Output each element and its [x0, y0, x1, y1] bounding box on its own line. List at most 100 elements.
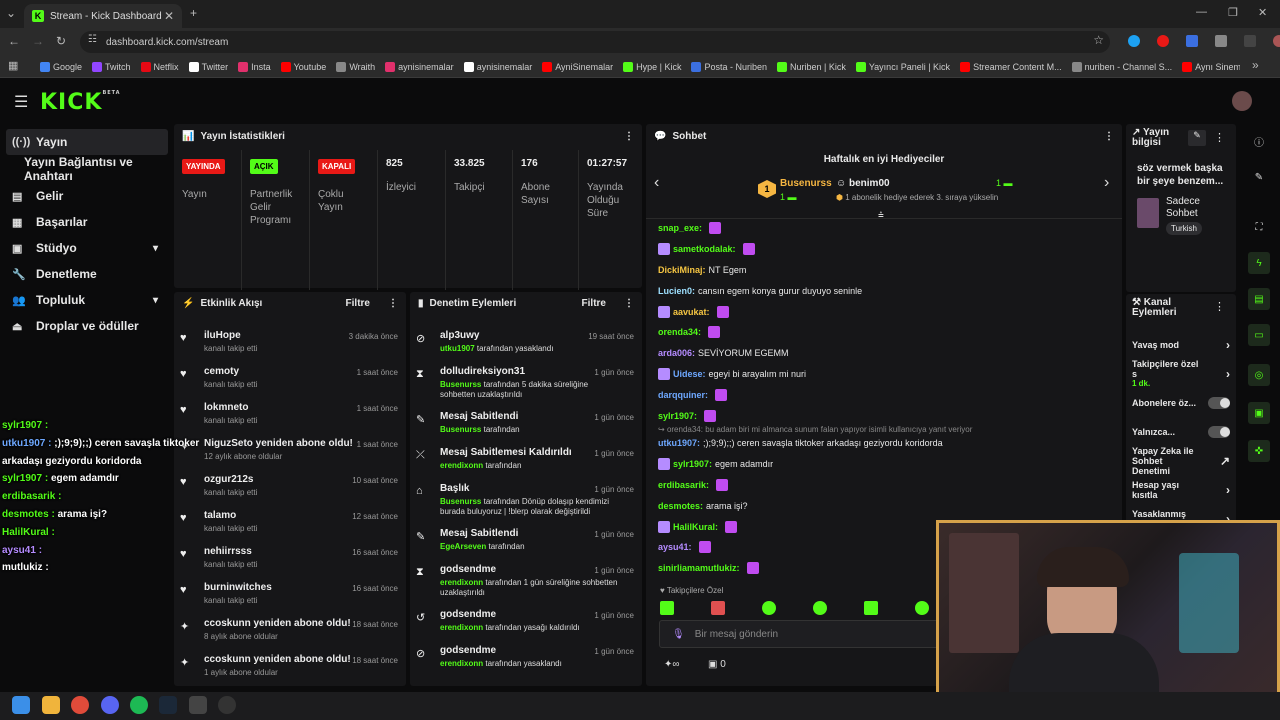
windows-start-icon[interactable]	[12, 696, 30, 714]
url-bar[interactable]: ☷ dashboard.kick.com/stream ☆	[80, 31, 1110, 53]
chat-username[interactable]: sylr1907:	[658, 410, 697, 422]
chat-input[interactable]: 🎙 Bir mesaj gönderin	[659, 620, 949, 648]
chat-message[interactable]: Lucien0: cansın egem konya gurur duyuyo s…	[646, 280, 1122, 301]
kebab-menu-icon[interactable]: ⋮	[624, 298, 634, 309]
external-link-icon[interactable]: ↗	[1220, 454, 1230, 468]
bookmark-item[interactable]: Insta	[238, 62, 271, 72]
moderator-name[interactable]: Busenurss	[440, 425, 481, 434]
bookmark-item[interactable]: Google	[40, 62, 82, 72]
chat-username[interactable]: Lucien0:	[658, 285, 695, 297]
chat-username[interactable]: snap_exe:	[658, 222, 702, 234]
app-icon[interactable]	[189, 696, 207, 714]
kebab-menu-icon[interactable]: ⋮	[388, 298, 398, 309]
moderation-item[interactable]: ⧗ godsendme erendixonn tarafından 1 gün sü…	[410, 560, 642, 605]
sidebar-item-stream-key[interactable]: Yayın Bağlantısı ve Anahtarı	[0, 155, 172, 183]
chat-username[interactable]: utku1907:	[658, 437, 700, 449]
moderator-name[interactable]: Busenurss	[440, 497, 481, 506]
wrench-icon[interactable]: ✜	[1248, 440, 1270, 462]
activity-item[interactable]: ♥ cemoty kanalı takip etti 1 saat önce	[174, 362, 406, 398]
chat-username[interactable]: desmotes:	[658, 500, 703, 512]
sidebar-item-topluluk[interactable]: 👥 Topluluk ▾	[0, 287, 172, 313]
bookmark-item[interactable]: Netflix	[140, 62, 179, 72]
user-avatar[interactable]	[1232, 91, 1252, 111]
close-window-icon[interactable]: ✕	[1258, 6, 1267, 19]
bookmark-item[interactable]: Wraith	[336, 62, 375, 72]
chat-message[interactable]: arda006: SEVİYORUM EGEMM	[646, 343, 1122, 364]
bookmark-item[interactable]: nuriben - Channel S...	[1071, 62, 1172, 72]
more-bookmarks-icon[interactable]: »	[1252, 58, 1259, 72]
site-info-icon[interactable]: ☷	[88, 34, 97, 45]
toggle-switch[interactable]	[1208, 396, 1230, 409]
chat-message[interactable]: sylr1907: egem adamdır	[646, 454, 1122, 475]
sidebar-item-studyo[interactable]: ▣ Stüdyo ▾	[0, 235, 172, 261]
moderator-name[interactable]: Busenurss	[440, 380, 481, 389]
chat-username[interactable]: sylr1907:	[673, 458, 712, 470]
category-name[interactable]: Sadece Sohbet	[1166, 196, 1234, 220]
minimize-icon[interactable]: —	[1196, 6, 1207, 18]
tab-search-icon[interactable]: ⌄	[6, 6, 16, 20]
reload-icon[interactable]: ↻	[56, 34, 66, 48]
broadcast-icon[interactable]: ◎	[1248, 364, 1270, 386]
moderator-name[interactable]: EgeArseven	[440, 542, 486, 551]
gifter-2[interactable]: ☺ benim00	[836, 178, 890, 189]
moderation-item[interactable]: ✎ Mesaj Sabitlendi Busenurss tarafından 1 g…	[410, 407, 642, 443]
close-tab-icon[interactable]: ✕	[164, 9, 174, 23]
info-icon[interactable]: ⓘ	[1248, 130, 1270, 152]
emote-icon[interactable]	[813, 601, 827, 615]
bookmark-item[interactable]: aynisinemalar	[463, 62, 532, 72]
steam-icon[interactable]	[159, 696, 177, 714]
activity-item[interactable]: ✦ ccoskunn yeniden abone oldu! 8 aylık abo…	[174, 614, 406, 650]
moderation-item[interactable]: ↺ godsendme erendixonn tarafından yasağı k…	[410, 605, 642, 641]
chat-username[interactable]: DickiMinaj:	[658, 264, 706, 276]
gift-infinity-icon[interactable]: ✦∞	[664, 659, 680, 670]
chat-message[interactable]: aavukat:	[646, 301, 1122, 322]
moderator-name[interactable]: utku1907	[440, 344, 475, 353]
chat-message[interactable]: utku1907: ;);9;9);;) ceren savaşla tiktok…	[646, 433, 1122, 454]
kebab-menu-icon[interactable]: ⋮	[1104, 131, 1114, 142]
moderator-name[interactable]: erendixonn	[440, 461, 483, 470]
spotify-icon[interactable]	[130, 696, 148, 714]
moderation-item[interactable]: ⌂ Başlık Busenurss tarafından Dönüp dolaşı…	[410, 479, 642, 524]
emote-icon[interactable]	[762, 601, 776, 615]
crop-icon[interactable]: ⛶	[1248, 216, 1270, 238]
chat-message[interactable]: orenda34:	[646, 322, 1122, 343]
chevron-right-icon[interactable]: ›	[1226, 367, 1230, 381]
lightning-icon[interactable]: ϟ	[1248, 252, 1270, 274]
toggle-switch[interactable]	[1208, 425, 1230, 438]
kick-logo[interactable]: KICKBETA	[40, 90, 121, 115]
bookmark-item[interactable]: Aynı Sinemalar - Ça...	[1182, 62, 1240, 72]
moderation-item[interactable]: ⊘ alp3uwy utku1907 tarafından yasaklandı 19…	[410, 326, 642, 362]
discord-icon[interactable]	[101, 696, 119, 714]
bookmark-item[interactable]: Posta - Nuriben	[691, 62, 767, 72]
chat-username[interactable]: sametkodalak:	[673, 243, 736, 255]
bookmark-star-icon[interactable]: ☆	[1093, 33, 1104, 47]
emote-icon[interactable]	[660, 601, 674, 615]
activity-filter-button[interactable]: Filtre	[346, 298, 370, 309]
chat-username[interactable]: erdibasarik:	[658, 479, 709, 491]
chat-icon[interactable]: ▭	[1248, 324, 1270, 346]
sidebar-item-gelir[interactable]: ▤ Gelir	[0, 183, 172, 209]
moderation-item[interactable]: ⊘ godsendme erendixonn tarafından yasaklan…	[410, 641, 642, 677]
microphone-icon[interactable]: 🎙	[672, 629, 685, 640]
browser-tab[interactable]: K Stream - Kick Dashboard ✕	[24, 4, 182, 28]
chevron-right-icon[interactable]: ›	[1226, 338, 1230, 352]
kebab-menu-icon[interactable]: ⋮	[1214, 131, 1225, 144]
bookmark-item[interactable]: Twitter	[188, 62, 228, 72]
chat-message[interactable]: erdibasarik:	[646, 475, 1122, 496]
sidebar-item-basarilar[interactable]: ▦ Başarılar	[0, 209, 172, 235]
top-gifter-name[interactable]: Busenurss	[780, 178, 832, 189]
file-explorer-icon[interactable]	[42, 696, 60, 714]
extension-icon[interactable]	[1128, 35, 1140, 47]
profile-avatar-icon[interactable]	[1273, 35, 1280, 47]
maximize-icon[interactable]: ❐	[1228, 6, 1238, 19]
chat-message[interactable]: DickiMinaj: NT Egem	[646, 260, 1122, 281]
sidebar-item-denetleme[interactable]: 🔧 Denetleme	[0, 261, 172, 287]
bookmark-item[interactable]: AyniSinemalar	[542, 62, 613, 72]
extension-icon[interactable]	[1186, 35, 1198, 47]
channel-action-item[interactable]: Yavaş mod ›	[1126, 330, 1236, 359]
sidebar-item-droplar[interactable]: ⏏ Droplar ve ödüller	[0, 313, 172, 339]
chat-username[interactable]: darqquiner:	[658, 389, 708, 401]
moderation-filter-button[interactable]: Filtre	[582, 298, 606, 309]
chevron-right-icon[interactable]: ›	[1226, 483, 1230, 497]
back-icon[interactable]: ←	[8, 34, 20, 48]
